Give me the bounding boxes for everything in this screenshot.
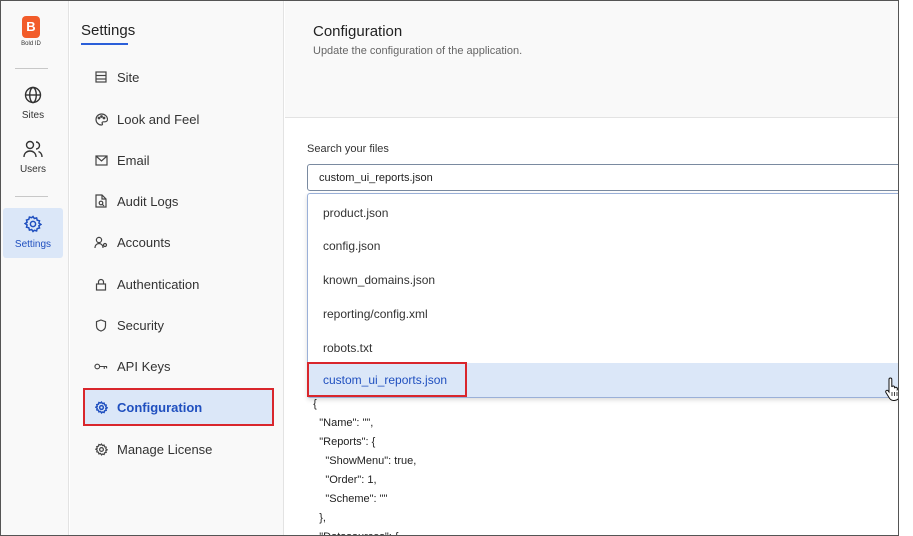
- code-line: "Datasources": {: [307, 528, 898, 535]
- main-content: Configuration Update the configuration o…: [285, 1, 898, 535]
- code-line: "Reports": {: [307, 436, 376, 448]
- palette-icon: [94, 112, 108, 126]
- key-icon: [94, 359, 108, 373]
- file-suggestions-dropdown: product.json config.json known_domains.j…: [307, 193, 898, 398]
- sidebar-item-site[interactable]: Site: [83, 58, 274, 96]
- page-subtitle: Update the configuration of the applicat…: [313, 45, 523, 57]
- rail-item-users[interactable]: Users: [3, 140, 63, 190]
- lock-icon: [94, 277, 108, 291]
- mail-icon: [94, 153, 108, 167]
- dropdown-option-selected[interactable]: custom_ui_reports.json: [308, 363, 898, 397]
- sidebar-title-underline: [81, 43, 128, 45]
- sidebar-item-configuration[interactable]: Configuration: [83, 388, 274, 426]
- search-input[interactable]: [307, 164, 898, 191]
- page-header: Configuration Update the configuration o…: [285, 1, 898, 118]
- sidebar-item-label: Look and Feel: [117, 111, 200, 127]
- code-line: "Order": 1,: [307, 474, 377, 486]
- sidebar-item-label: API Keys: [117, 358, 171, 374]
- sidebar-item-authentication[interactable]: Authentication: [83, 265, 274, 303]
- dropdown-option[interactable]: reporting/config.xml: [308, 297, 898, 331]
- rail-item-label: Sites: [21, 110, 45, 121]
- sidebar-item-audit-logs[interactable]: Audit Logs: [83, 182, 274, 220]
- hand-pointer-icon: [885, 377, 898, 401]
- sidebar-title: Settings: [81, 22, 136, 39]
- code-line: "Scheme": "": [307, 493, 388, 505]
- sidebar-item-label: Email: [117, 152, 150, 168]
- sidebar-item-label: Audit Logs: [117, 193, 179, 209]
- app-rail: B Bold ID Sites Users Settings: [1, 1, 69, 535]
- sidebar-item-label: Accounts: [117, 234, 171, 250]
- gear-icon: [94, 400, 108, 414]
- dropdown-option[interactable]: product.json: [308, 196, 898, 230]
- code-line: "ShowMenu": true,: [307, 455, 417, 467]
- code-line: "Name": "",: [307, 417, 374, 429]
- logo-caption: Bold ID: [21, 41, 41, 47]
- accounts-icon: [94, 235, 108, 249]
- sidebar-item-accounts[interactable]: Accounts: [83, 223, 274, 261]
- site-icon: [94, 70, 108, 84]
- audit-log-icon: [94, 194, 108, 208]
- users-icon: [23, 140, 43, 158]
- globe-icon: [24, 86, 42, 104]
- code-line: },: [307, 512, 326, 524]
- dropdown-option[interactable]: known_domains.json: [308, 263, 898, 297]
- app-window: B Bold ID Sites Users Settings Settings: [0, 0, 899, 536]
- bold-id-logo[interactable]: B: [22, 16, 40, 38]
- rail-item-label: Settings: [14, 239, 52, 250]
- gear-icon: [24, 215, 42, 233]
- gear-icon: [94, 442, 108, 456]
- sidebar-item-email[interactable]: Email: [83, 141, 274, 179]
- rail-item-label: Users: [19, 164, 47, 175]
- sidebar-item-manage-license[interactable]: Manage License: [83, 430, 274, 468]
- settings-sidebar: Settings Site Look and Feel Email Audit …: [70, 1, 284, 535]
- sidebar-item-label: Site: [117, 69, 140, 85]
- sidebar-item-api-keys[interactable]: API Keys: [83, 347, 274, 385]
- rail-divider: [15, 196, 48, 197]
- rail-divider: [15, 68, 48, 69]
- rail-item-settings[interactable]: Settings: [3, 208, 63, 258]
- config-code-view: { "Name": "", "Reports": { "ShowMenu": t…: [307, 395, 898, 535]
- sidebar-item-label: Authentication: [117, 276, 200, 292]
- page-title: Configuration: [313, 23, 403, 40]
- search-label: Search your files: [307, 143, 389, 155]
- sidebar-item-label: Security: [117, 317, 164, 333]
- shield-icon: [94, 318, 108, 332]
- sidebar-item-security[interactable]: Security: [83, 306, 274, 344]
- dropdown-option[interactable]: robots.txt: [308, 331, 898, 365]
- sidebar-item-label: Manage License: [117, 441, 213, 457]
- sidebar-item-label: Configuration: [117, 399, 203, 415]
- sidebar-item-look-and-feel[interactable]: Look and Feel: [83, 100, 274, 138]
- dropdown-option[interactable]: config.json: [308, 229, 898, 263]
- rail-item-sites[interactable]: Sites: [3, 86, 63, 136]
